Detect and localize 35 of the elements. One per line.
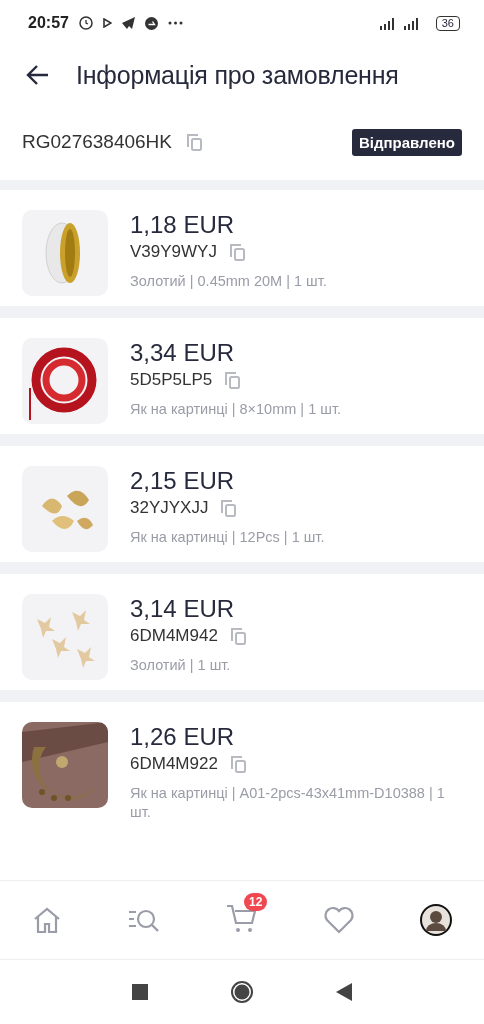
- item-options: Як на картинці | 8×10mm | 1 шт.: [130, 400, 454, 419]
- home-icon[interactable]: [32, 906, 62, 934]
- home-circle-icon[interactable]: [230, 980, 254, 1004]
- item-sku: V39Y9WYJ: [130, 242, 217, 262]
- back-arrow-icon[interactable]: [26, 64, 50, 86]
- status-badge: Відправлено: [352, 128, 462, 156]
- heart-icon[interactable]: [323, 906, 355, 934]
- chat-icon: [144, 16, 158, 30]
- back-triangle-icon[interactable]: [336, 983, 352, 1001]
- item-sku: 32YJYXJJ: [130, 498, 209, 518]
- item-sku: 6DM4M922: [130, 754, 218, 774]
- battery-level: 36: [435, 15, 460, 31]
- item-sku: 5D5P5LP5: [130, 370, 213, 390]
- item-price: 3,34 EUR: [130, 338, 236, 368]
- item-price: 1,18 EUR: [130, 210, 236, 240]
- copy-icon[interactable]: [218, 498, 239, 518]
- item-price: 3,14 EUR: [130, 594, 236, 624]
- item-sku: 6DM4M942: [130, 626, 218, 646]
- status-time: 20:57: [28, 14, 69, 32]
- play-icon: [102, 18, 112, 28]
- avatar[interactable]: [420, 904, 452, 936]
- more-icon: [167, 21, 183, 25]
- copy-icon[interactable]: [184, 132, 204, 152]
- page-title: Інформація про замовлення: [76, 60, 399, 90]
- copy-icon[interactable]: [222, 370, 243, 390]
- paper-plane-icon: [121, 17, 135, 29]
- alarm-icon: [78, 16, 93, 30]
- item-options: Як на картинці | 12Pcs | 1 шт.: [130, 528, 454, 547]
- item-options: Золотий | 1 шт.: [130, 656, 454, 675]
- item-price: 2,15 EUR: [130, 466, 236, 496]
- item-price: 1,26 EUR: [130, 722, 236, 752]
- cart-count-badge: 12: [244, 893, 268, 911]
- item-options: Як на картинці | A01-2pcs-43x41mm-D10388 | 1 шт.: [130, 784, 454, 822]
- order-number: RG027638406HK: [22, 131, 172, 153]
- item-options: Золотий | 0.45mm 20M | 1 шт.: [130, 272, 454, 291]
